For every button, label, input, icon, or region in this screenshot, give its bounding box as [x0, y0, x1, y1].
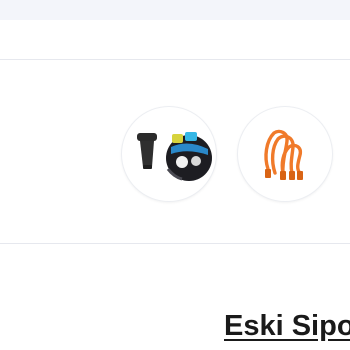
section-title-link[interactable]: Eski Sipo [224, 310, 350, 343]
orange-cable-icon [264, 129, 303, 180]
divider-top [0, 59, 350, 60]
divider-bottom [0, 243, 350, 244]
product-thumb-cable[interactable] [237, 106, 333, 202]
top-band [0, 0, 350, 20]
product-thumb-car-charger[interactable] [121, 106, 217, 202]
car-charger-icon [137, 132, 212, 181]
